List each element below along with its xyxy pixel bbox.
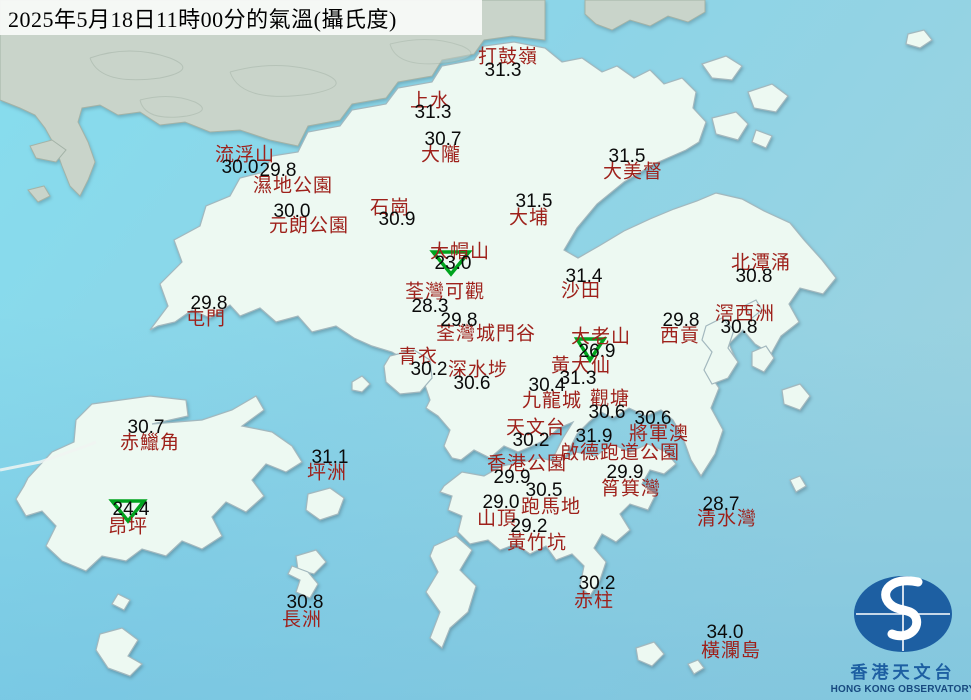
station-value-將軍澳: 30.6 xyxy=(634,408,672,429)
station-value-滘西洲: 30.8 xyxy=(720,317,758,338)
map-title-bar: 2025年5月18日11時00分的氣溫(攝氏度) xyxy=(0,0,482,35)
station-value-屯門: 29.8 xyxy=(190,293,228,314)
station-value-跑馬地: 30.5 xyxy=(525,480,563,501)
station-value-橫瀾島: 34.0 xyxy=(706,622,744,643)
hko-logo: 香港天文台 HONG KONG OBSERVATORY xyxy=(831,572,971,696)
hko-logo-emblem xyxy=(854,576,952,652)
logo-english-name: HONG KONG OBSERVATORY xyxy=(830,684,971,695)
station-value-黃竹坑: 29.2 xyxy=(510,516,548,537)
station-value-大隴: 30.7 xyxy=(424,129,462,150)
station-value-元朗公園: 30.0 xyxy=(273,201,311,222)
station-value-石崗: 30.9 xyxy=(378,209,416,230)
station-value-打鼓嶺: 31.3 xyxy=(484,60,522,81)
station-value-西貢: 29.8 xyxy=(662,310,700,331)
station-value-筲箕灣: 29.9 xyxy=(606,462,644,483)
station-value-濕地公園: 29.8 xyxy=(259,160,297,181)
map-title: 2025年5月18日11時00分的氣溫(攝氏度) xyxy=(8,6,397,32)
station-value-大埔: 31.5 xyxy=(515,191,553,212)
station-value-荃灣城門谷: 29.8 xyxy=(440,310,478,331)
station-value-深水埗: 30.6 xyxy=(453,373,491,394)
station-value-昂坪: 24.4 xyxy=(112,499,150,520)
station-value-沙田: 31.4 xyxy=(565,266,603,287)
station-value-九龍城: 30.4 xyxy=(528,375,566,396)
station-value-上水: 31.3 xyxy=(414,102,452,123)
station-value-坪洲: 31.1 xyxy=(311,447,349,468)
station-labels-layer: 打鼓嶺 31.3 上水 31.3 大隴 30.7 大美督 31.5 流浮山 30.0 濕地公園 29.… xyxy=(0,0,971,700)
station-value-長洲: 30.8 xyxy=(286,592,324,613)
station-value-北潭涌: 30.8 xyxy=(735,266,773,287)
station-value-青衣: 30.2 xyxy=(410,359,448,380)
hko-temperature-map: 打鼓嶺 31.3 上水 31.3 大隴 30.7 大美督 31.5 流浮山 30.0 濕地公園 29.… xyxy=(0,0,971,700)
station-value-赤鱲角: 30.7 xyxy=(127,417,165,438)
station-value-大帽山: 23.0 xyxy=(434,253,472,274)
station-value-大美督: 31.5 xyxy=(608,146,646,167)
station-value-赤柱: 30.2 xyxy=(578,573,616,594)
station-value-清水灣: 28.7 xyxy=(702,494,740,515)
station-value-山頂: 29.0 xyxy=(482,492,520,513)
station-value-啟德跑道公園: 31.9 xyxy=(575,426,613,447)
logo-chinese-name: 香港天文台 xyxy=(850,663,956,682)
station-value-觀塘: 30.6 xyxy=(588,402,626,423)
